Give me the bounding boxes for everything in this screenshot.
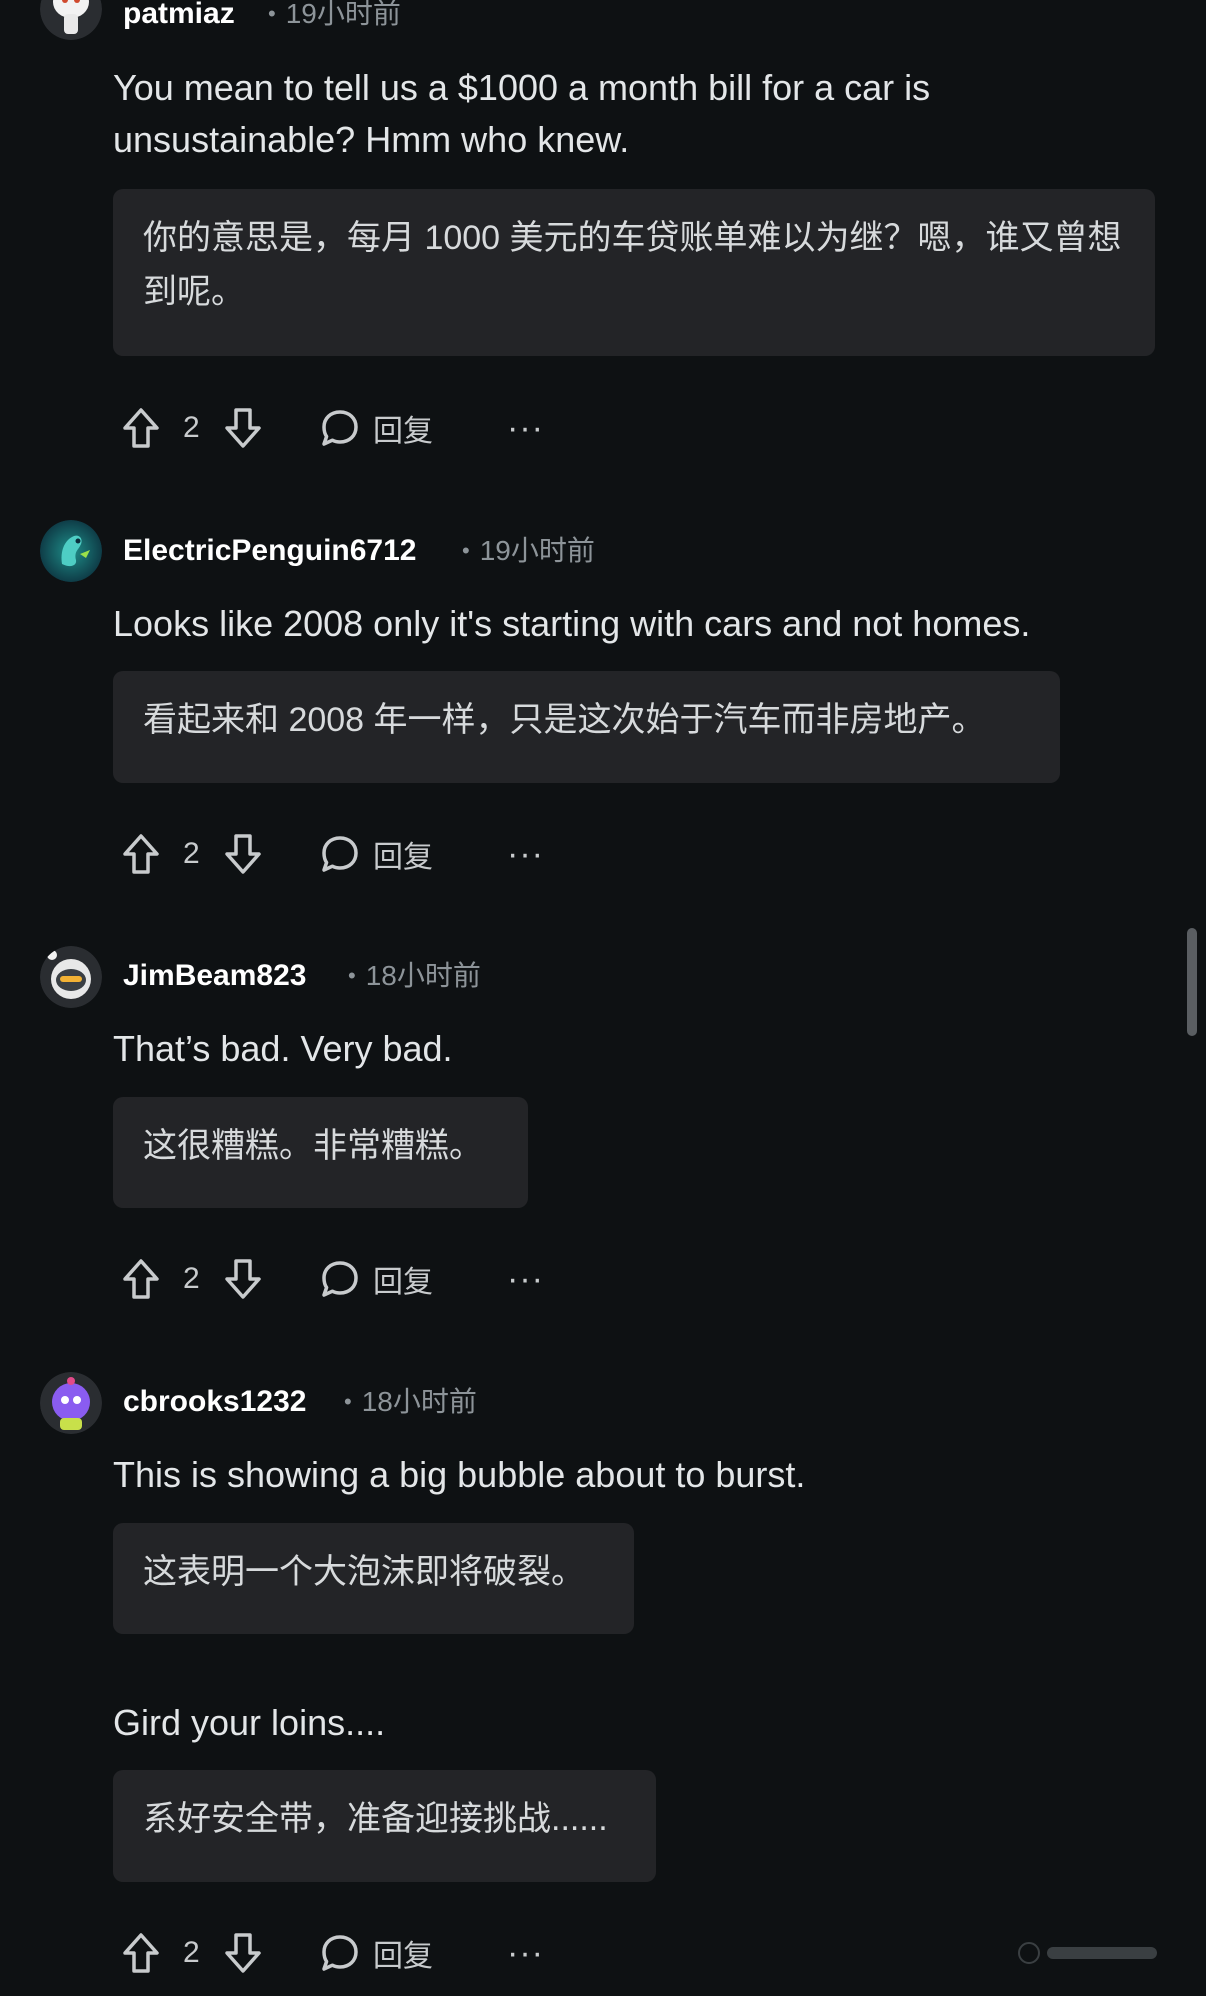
downvote-button[interactable] (223, 824, 263, 884)
downvote-icon (225, 1259, 261, 1299)
user-avatar-icon (40, 946, 102, 1008)
comment-actions: 2 回复 ··· (113, 398, 573, 458)
upvote-icon (123, 1259, 159, 1299)
upvote-button[interactable] (121, 1249, 161, 1309)
reply-button[interactable]: 回复 (319, 1249, 433, 1309)
downvote-icon (225, 408, 261, 448)
timestamp: • 18小时前 (348, 958, 481, 994)
translation-box: 看起来和 2008 年一样，只是这次始于汽车而非房地产。 (113, 671, 1060, 783)
downvote-button[interactable] (223, 1249, 263, 1309)
comment-bubble-icon (322, 410, 358, 446)
comment-actions: 2 回复 ··· (113, 1923, 573, 1983)
time-label: 18小时前 (365, 960, 481, 991)
comment-text: Looks like 2008 only it's starting with … (113, 603, 1031, 644)
translation-box: 这很糟糕。非常糟糕。 (113, 1097, 528, 1208)
reply-label: 回复 (373, 415, 433, 448)
separator-dot: • (462, 538, 470, 563)
user-avatar-icon (40, 1372, 102, 1434)
translation-box-second: 系好安全带，准备迎接挑战...... (113, 1770, 656, 1882)
comment-actions: 2 回复 ··· (113, 1249, 573, 1309)
reply-label: 回复 (373, 841, 433, 874)
reply-label: 回复 (373, 1940, 433, 1973)
comment-actions: 2 回复 ··· (113, 824, 573, 884)
avatar[interactable] (40, 520, 102, 582)
timestamp: • 18小时前 (344, 1384, 477, 1420)
reply-label: 回复 (373, 1266, 433, 1299)
watermark-icon (1018, 1942, 1157, 1964)
time-label: 19小时前 (285, 0, 401, 29)
more-options-icon[interactable]: ··· (507, 1249, 544, 1309)
downvote-button[interactable] (223, 398, 263, 458)
username[interactable]: ElectricPenguin6712 (123, 533, 416, 569)
translation-box: 你的意思是，每月 1000 美元的车贷账单难以为继？嗯，谁又曾想到呢。 (113, 189, 1155, 356)
reply-button[interactable]: 回复 (319, 1923, 433, 1983)
more-options-icon[interactable]: ··· (507, 824, 544, 884)
comment-bubble-icon (322, 1261, 358, 1297)
downvote-button[interactable] (223, 1923, 263, 1983)
timestamp: • 19小时前 (462, 533, 595, 569)
username[interactable]: JimBeam823 (123, 958, 306, 994)
vote-count: 2 (183, 837, 200, 870)
reply-button[interactable]: 回复 (319, 398, 433, 458)
downvote-icon (225, 834, 261, 874)
time-label: 19小时前 (479, 535, 595, 566)
username[interactable]: cbrooks1232 (123, 1384, 306, 1420)
separator-dot: • (268, 1, 276, 26)
scrollbar-thumb[interactable] (1187, 928, 1197, 1036)
more-options-icon[interactable]: ··· (507, 398, 544, 458)
upvote-button[interactable] (121, 398, 161, 458)
upvote-button[interactable] (121, 824, 161, 884)
translation-box: 这表明一个大泡沫即将破裂。 (113, 1523, 634, 1634)
upvote-icon (123, 408, 159, 448)
separator-dot: • (344, 1389, 352, 1414)
more-options-icon[interactable]: ··· (507, 1923, 544, 1983)
upvote-button[interactable] (121, 1923, 161, 1983)
reply-button[interactable]: 回复 (319, 824, 433, 884)
avatar[interactable] (40, 0, 102, 40)
comment-bubble-icon (322, 836, 358, 872)
avatar[interactable] (40, 946, 102, 1008)
comment-text-second-paragraph: Gird your loins.... (113, 1702, 386, 1743)
vote-count: 2 (183, 1262, 200, 1295)
separator-dot: • (348, 963, 356, 988)
downvote-icon (225, 1933, 261, 1973)
comment-text: This is showing a big bubble about to bu… (113, 1454, 806, 1495)
time-label: 18小时前 (361, 1386, 477, 1417)
comment-bubble-icon (322, 1935, 358, 1971)
vote-count: 2 (183, 411, 200, 444)
timestamp: • 19小时前 (268, 0, 401, 32)
vote-count: 2 (183, 1936, 200, 1969)
comment-text: That’s bad. Very bad. (113, 1028, 453, 1069)
comment-text: You mean to tell us a $1000 a month bill… (113, 67, 931, 160)
user-avatar-icon (40, 520, 102, 582)
username[interactable]: patmiaz (123, 0, 235, 32)
avatar[interactable] (40, 1372, 102, 1434)
user-avatar-icon (40, 0, 102, 40)
upvote-icon (123, 1933, 159, 1973)
upvote-icon (123, 834, 159, 874)
